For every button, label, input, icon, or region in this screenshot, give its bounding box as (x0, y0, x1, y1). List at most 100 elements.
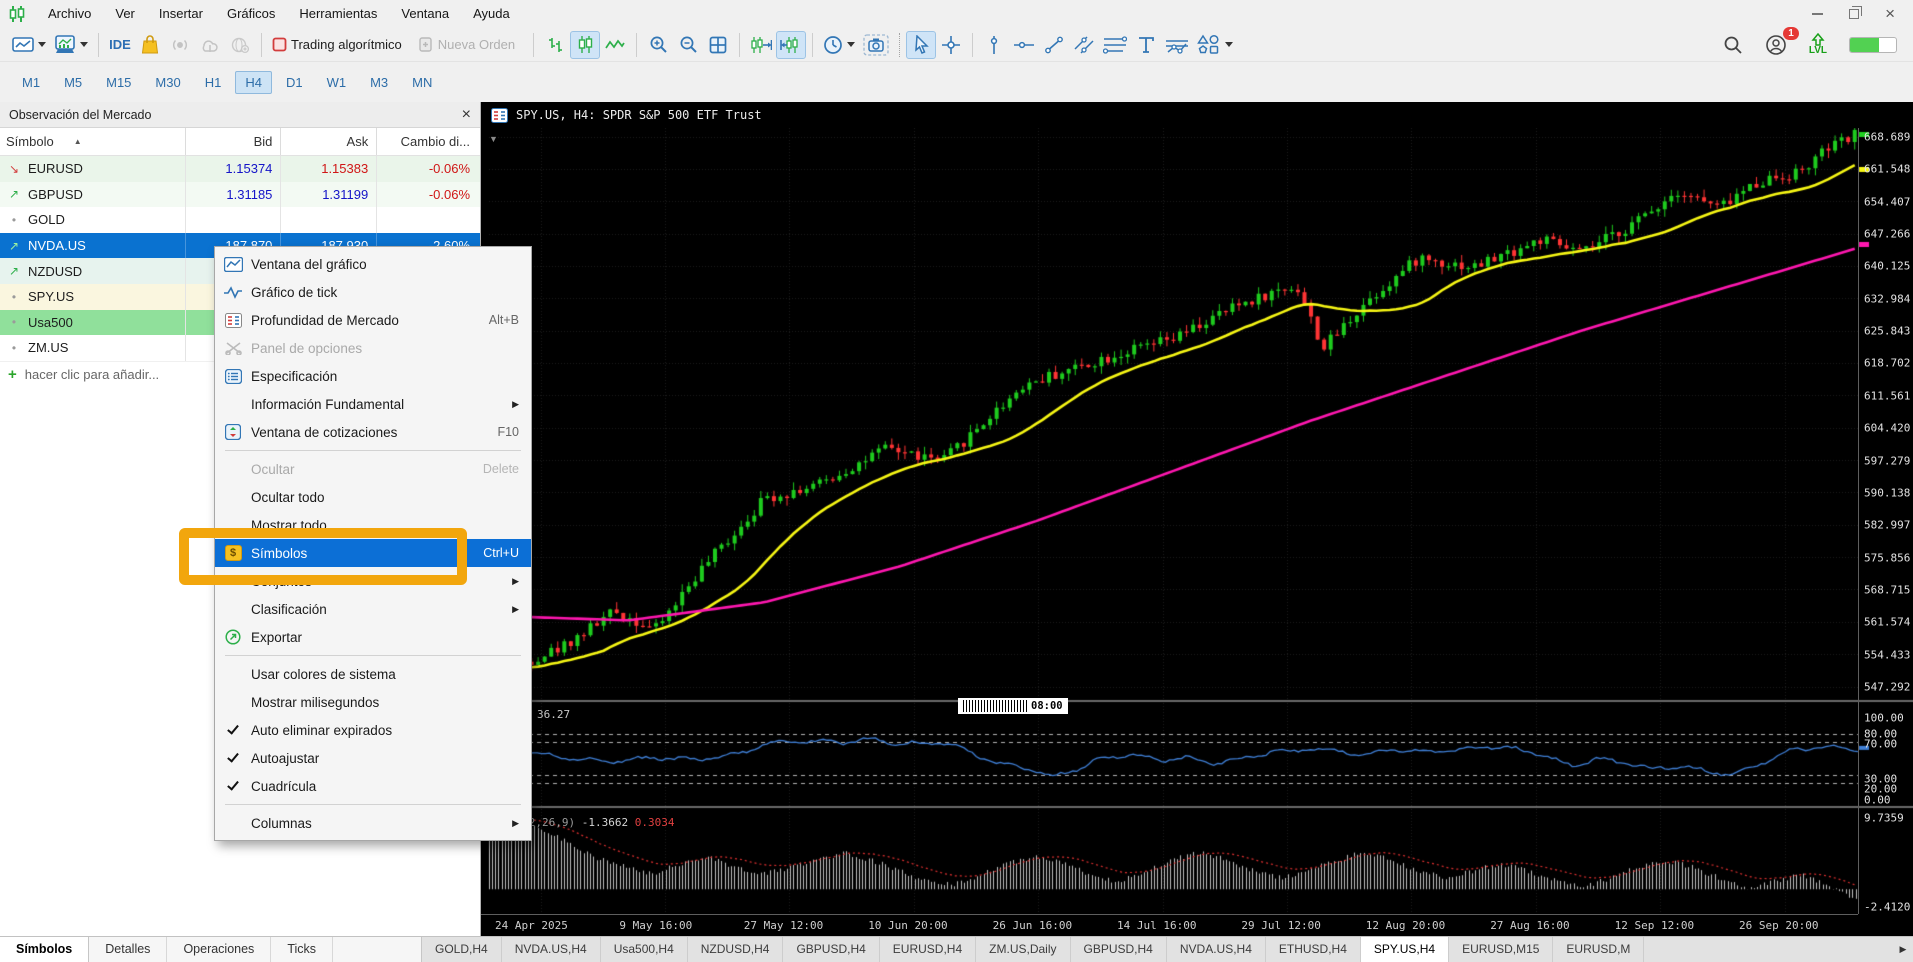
timeframe-M1[interactable]: M1 (12, 71, 50, 94)
notification-badge[interactable]: 1 (1783, 27, 1799, 40)
timeframe-M3[interactable]: M3 (360, 71, 398, 94)
menu-archivo[interactable]: Archivo (36, 0, 103, 28)
bar-chart-mode-button[interactable] (540, 31, 570, 59)
algo-trading-button[interactable]: Trading algorítmico (268, 31, 414, 59)
timeframe-W1[interactable]: W1 (317, 71, 357, 94)
level-indicator[interactable]: LVL (1809, 33, 1827, 56)
panel-tab-operaciones[interactable]: Operaciones (167, 937, 271, 962)
pitchfork-tool-button[interactable] (1161, 31, 1193, 59)
menu-item-grafico-de-tick[interactable]: Gráfico de tick (215, 278, 531, 306)
line-chart-mode-button[interactable] (600, 31, 630, 59)
timeframe-M5[interactable]: M5 (54, 71, 92, 94)
menu-insertar[interactable]: Insertar (147, 0, 215, 28)
crosshair-tool-button[interactable] (936, 31, 966, 59)
market-watch-close-icon[interactable]: × (462, 106, 471, 124)
menu-item-mostrar-todo[interactable]: Mostrar todo (215, 511, 531, 539)
text-tool-button[interactable] (1131, 31, 1161, 59)
menu-item-cuadricula[interactable]: Cuadrícula (215, 772, 531, 800)
signals-button[interactable] (165, 31, 195, 59)
table-row-GOLD[interactable]: •GOLD (0, 207, 480, 233)
channel-tool-button[interactable] (1069, 31, 1099, 59)
menu-item-columnas[interactable]: Columnas▶ (215, 809, 531, 837)
period-caret[interactable] (847, 42, 855, 47)
time-axis[interactable]: 24 Apr 20259 May 16:0027 May 12:0010 Jun… (481, 914, 1858, 936)
close-button[interactable]: × (1885, 7, 1895, 21)
timeframe-D1[interactable]: D1 (276, 71, 313, 94)
column-header-sym[interactable]: Símbolo▲ (0, 128, 186, 155)
chart-shift-button[interactable] (776, 31, 806, 59)
new-chart-button[interactable] (8, 31, 50, 59)
search-icon[interactable] (1723, 35, 1743, 55)
menu-item-conjuntos[interactable]: Conjuntos▶ (215, 567, 531, 595)
menu-item-usar-colores-de-sistema[interactable]: Usar colores de sistema (215, 660, 531, 688)
menu-item-exportar[interactable]: Exportar (215, 623, 531, 651)
chart-canvas[interactable] (481, 102, 1913, 936)
candlestick-mode-button[interactable] (570, 31, 600, 59)
ide-button[interactable]: IDE (105, 31, 135, 59)
chart-tab-1[interactable]: NVDA.US,H4 (502, 937, 601, 962)
menu-item-clasificacion[interactable]: Clasificación▶ (215, 595, 531, 623)
menu-ventana[interactable]: Ventana (389, 0, 461, 28)
horizontal-line-tool-button[interactable] (1009, 31, 1039, 59)
shapes-tool-button[interactable] (1193, 31, 1237, 59)
timeframe-H4[interactable]: H4 (235, 71, 272, 94)
menu-item-profundidad-de-mercado[interactable]: Profundidad de MercadoAlt+B (215, 306, 531, 334)
tabs-scroll-right-icon[interactable]: ▶ (1893, 937, 1913, 962)
shapes-caret[interactable] (1225, 42, 1233, 47)
chart-tab-0[interactable]: GOLD,H4 (422, 937, 502, 962)
menu-herramientas[interactable]: Herramientas (287, 0, 389, 28)
chart-tab-2[interactable]: Usa500,H4 (601, 937, 688, 962)
table-row-EURUSD[interactable]: ↘EURUSD1.153741.15383-0.06% (0, 156, 480, 182)
chart-tab-12[interactable]: EURUSD,M (1553, 937, 1644, 962)
depth-of-market-icon[interactable] (491, 108, 508, 123)
timeframe-M30[interactable]: M30 (145, 71, 190, 94)
user-account-icon[interactable]: 1 (1765, 34, 1787, 56)
period-clock-button[interactable] (819, 31, 859, 59)
cursor-tool-button[interactable] (906, 31, 936, 59)
restore-button[interactable] (1849, 9, 1859, 19)
chart-tab-11[interactable]: EURUSD,M15 (1449, 937, 1553, 962)
chart-tab-5[interactable]: EURUSD,H4 (880, 937, 976, 962)
menu-ver[interactable]: Ver (103, 0, 147, 28)
menu-item-simbolos[interactable]: $SímbolosCtrl+U (215, 539, 531, 567)
one-click-trading-toggle[interactable]: ▼ (489, 134, 498, 144)
tile-windows-button[interactable] (703, 31, 733, 59)
news-globe-button[interactable] (225, 31, 255, 59)
menu-item-mostrar-milisegundos[interactable]: Mostrar milisegundos (215, 688, 531, 716)
market-button[interactable] (135, 31, 165, 59)
profiles-caret[interactable] (80, 42, 88, 47)
menu-item-ventana-de-cotizaciones[interactable]: Ventana de cotizacionesF10 (215, 418, 531, 446)
chart-tab-4[interactable]: GBPUSD,H4 (783, 937, 879, 962)
new-chart-caret[interactable] (38, 42, 46, 47)
menu-item-ocultar[interactable]: OcultarDelete (215, 455, 531, 483)
table-row-GBPUSD[interactable]: ↗GBPUSD1.311851.31199-0.06% (0, 182, 480, 208)
chart-tab-7[interactable]: GBPUSD,H4 (1071, 937, 1167, 962)
menu-item-especificacion[interactable]: Especificación (215, 362, 531, 390)
zoom-out-button[interactable] (673, 31, 703, 59)
column-header-chg[interactable]: Cambio di... (377, 128, 480, 155)
menu-item-autoajustar[interactable]: Autoajustar (215, 744, 531, 772)
chart-tab-10[interactable]: SPY.US,H4 (1361, 937, 1449, 962)
menu-item-ventana-del-grafico[interactable]: Ventana del gráfico (215, 250, 531, 278)
chart-tab-9[interactable]: ETHUSD,H4 (1266, 937, 1361, 962)
column-header-ask[interactable]: Ask (281, 128, 377, 155)
zoom-in-button[interactable] (643, 31, 673, 59)
vps-cloud-button[interactable] (195, 31, 225, 59)
new-order-button[interactable]: Nueva Orden (414, 31, 527, 59)
auto-scroll-button[interactable] (746, 31, 776, 59)
menu-item-informacion-fundamental[interactable]: Información Fundamental▶ (215, 390, 531, 418)
column-header-bid[interactable]: Bid (186, 128, 282, 155)
fibonacci-tool-button[interactable] (1099, 31, 1131, 59)
timeframe-H1[interactable]: H1 (195, 71, 232, 94)
minimize-button[interactable] (1812, 13, 1823, 15)
timeframe-MN[interactable]: MN (402, 71, 442, 94)
menu-ayuda[interactable]: Ayuda (461, 0, 522, 28)
timeframe-M15[interactable]: M15 (96, 71, 141, 94)
menu-gráficos[interactable]: Gráficos (215, 0, 287, 28)
vertical-line-tool-button[interactable] (979, 31, 1009, 59)
menu-item-ocultar-todo[interactable]: Ocultar todo (215, 483, 531, 511)
panel-tab-símbolos[interactable]: Símbolos (0, 937, 89, 962)
chart-tab-8[interactable]: NVDA.US,H4 (1167, 937, 1266, 962)
menu-item-auto-eliminar-expirados[interactable]: Auto eliminar expirados (215, 716, 531, 744)
screenshot-button[interactable] (859, 31, 893, 59)
